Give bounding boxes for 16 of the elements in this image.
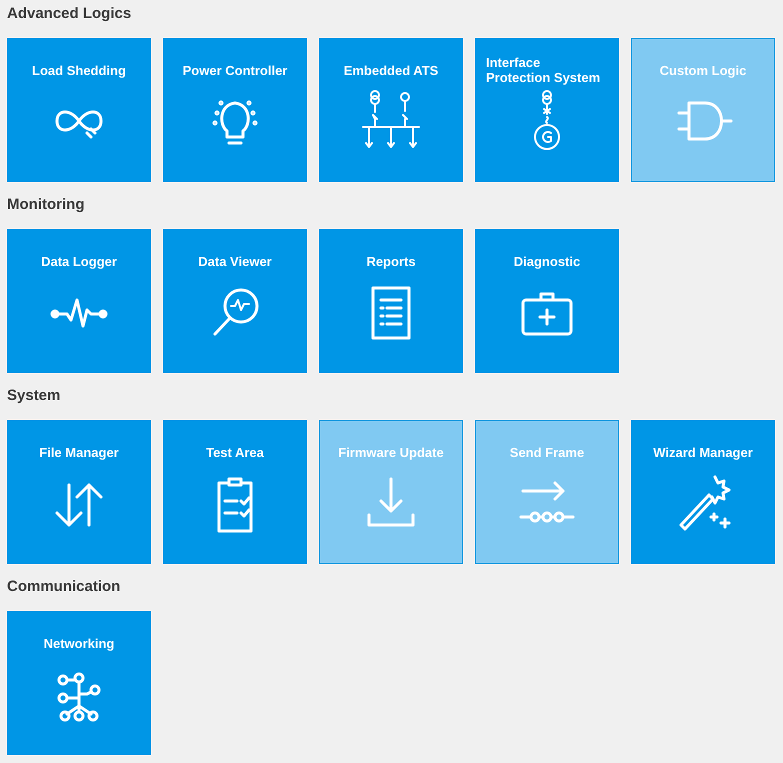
app-tile[interactable]: Load Shedding [7,38,151,182]
app-tile[interactable]: Interface Protection System [475,38,619,182]
app-tile[interactable]: Data Logger [7,229,151,373]
app-tile[interactable]: Reports [319,229,463,373]
app-tile[interactable]: Diagnostic [475,229,619,373]
app-tile[interactable]: Wizard Manager [631,420,775,564]
section-title: System [7,386,62,406]
app-tile[interactable]: Data Viewer [163,229,307,373]
app-tile[interactable]: Power Controller [163,38,307,182]
section-title: Advanced Logics [7,4,132,24]
section-title: Communication [7,577,122,597]
section-title: Monitoring [7,195,86,215]
app-tile[interactable]: File Manager [7,420,151,564]
app-tile[interactable]: Embedded ATS [319,38,463,182]
app-tile[interactable]: Test Area [163,420,307,564]
app-tile[interactable]: Networking [7,611,151,755]
